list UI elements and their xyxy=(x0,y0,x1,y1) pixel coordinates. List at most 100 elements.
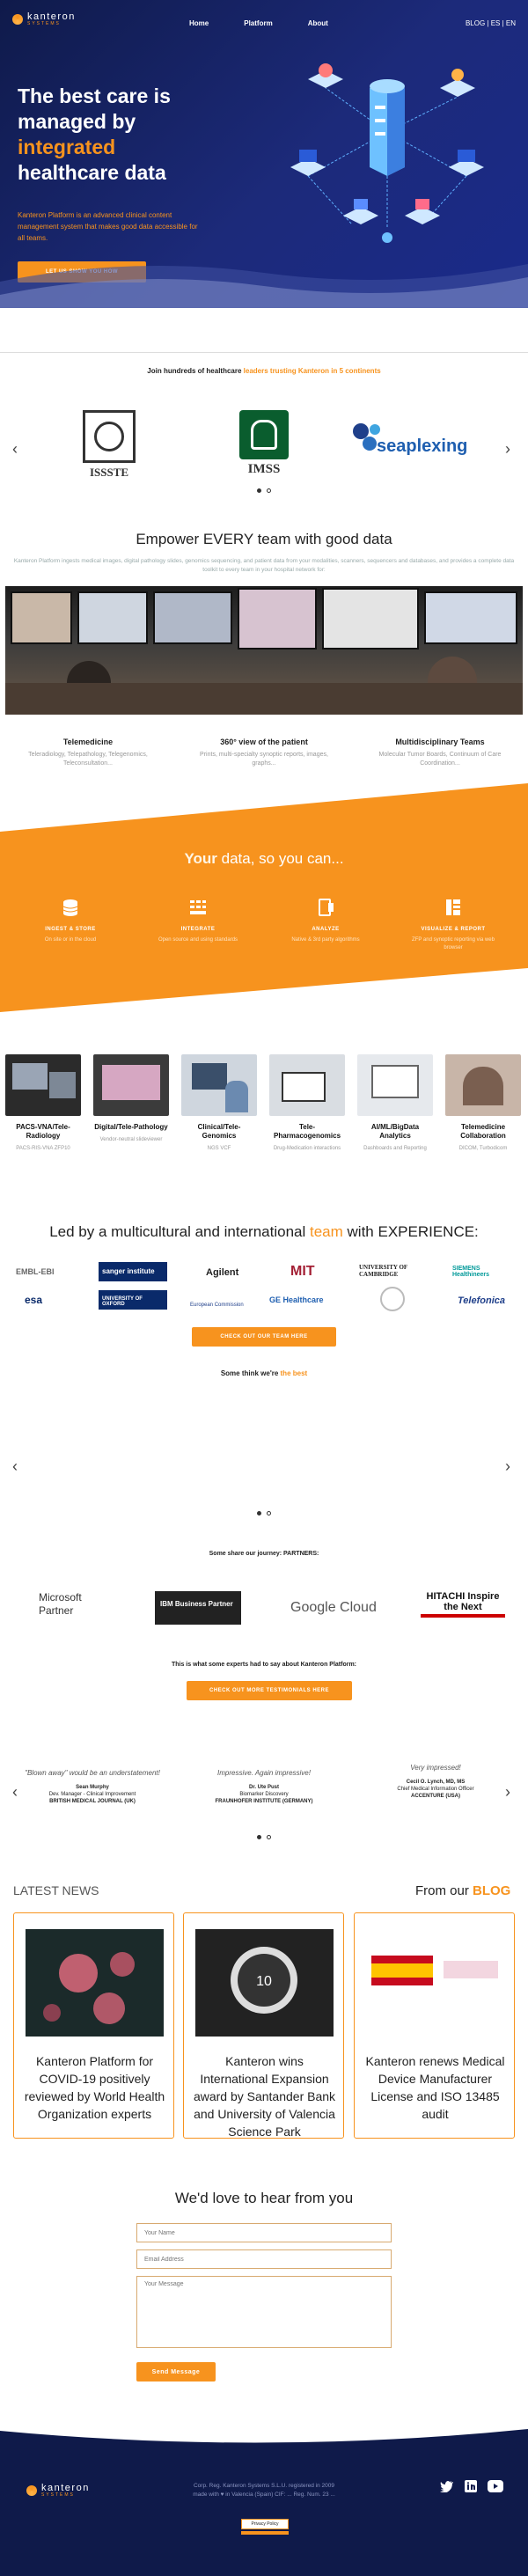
footer-brand-logo[interactable]: kanteron SYSTEMS xyxy=(26,2484,90,2498)
email-field[interactable] xyxy=(136,2249,392,2269)
photo-screen xyxy=(11,591,72,644)
module-collaboration[interactable]: Telemedicine Collaboration DICOM, Turbodi… xyxy=(445,1054,521,1152)
logo-imss: IMSS xyxy=(236,410,292,481)
capability-desc: Open source and using standards xyxy=(158,937,238,943)
testimonial-author: Dr. Ute Pust Biomarker Discovery FRAUNHOFE… xyxy=(194,1784,334,1805)
news-card-license[interactable]: Kanteron renews Medical Device Manufactu… xyxy=(354,1912,515,2139)
footer-brand-tagline: SYSTEMS xyxy=(41,2492,75,2498)
pagination-dot[interactable] xyxy=(257,488,261,493)
nav-home[interactable]: Home xyxy=(189,19,209,27)
logo-microsoft-partner: Microsoft Partner xyxy=(39,1591,82,1617)
module-title: Telemedicine Collaboration xyxy=(460,1123,506,1140)
brand-logo[interactable]: kanteron SYSTEMS xyxy=(12,12,76,26)
message-field[interactable] xyxy=(136,2276,392,2348)
language-switch[interactable]: BLOG | ES | EN xyxy=(466,19,516,27)
module-title: Tele-Pharmacogenomics xyxy=(273,1123,341,1140)
pagination-dot[interactable] xyxy=(267,488,271,493)
nav-about[interactable]: About xyxy=(308,19,328,27)
news-image: 10 xyxy=(195,1929,334,2037)
capability-title: INTEGRATE xyxy=(180,927,216,932)
capability-desc: Native & 3rd party algorithms xyxy=(291,937,360,943)
testimonials-cta-button[interactable]: CHECK OUT MORE TESTIMONIALS HERE xyxy=(187,1681,352,1700)
logo-european-commission: European Commission xyxy=(190,1303,244,1308)
news-card-covid[interactable]: Kanteron Platform for COVID-19 positivel… xyxy=(13,1912,174,2139)
feature-multidisciplinary: Multidisciplinary Teams Molecular Tumor B… xyxy=(370,738,510,768)
photo-desk xyxy=(5,683,523,715)
pagination-dot[interactable] xyxy=(257,1835,261,1839)
yourdata-title-highlight: Your xyxy=(184,850,217,867)
module-genomics[interactable]: Clinical/Tele-Genomics NGS VCF xyxy=(181,1054,257,1152)
nav-platform[interactable]: Platform xyxy=(244,19,272,27)
pagination-dot[interactable] xyxy=(267,1835,271,1839)
news-image xyxy=(366,1929,504,2037)
trust-text-a: Join hundreds of healthcare xyxy=(147,367,244,375)
testimonials-prev-arrow[interactable]: ‹ xyxy=(12,1783,18,1802)
spain-ministry-logo xyxy=(371,1956,433,1985)
privacy-policy-link[interactable]: Privacy Policy xyxy=(241,2519,289,2529)
module-image-person xyxy=(225,1081,248,1112)
author-role: Dev. Manager - Clinical Improvement xyxy=(48,1792,136,1797)
linkedin-icon[interactable] xyxy=(465,2480,477,2492)
author-name: Dr. Ute Pust xyxy=(248,1785,279,1790)
awards-pagination xyxy=(0,1511,528,1516)
youtube-icon[interactable] xyxy=(488,2480,503,2492)
yourdata-title: Your data, so you can... xyxy=(0,850,528,868)
feature-360-view: 360° view of the patient Prints, multi-sp… xyxy=(194,738,334,768)
testimonial-author: Cecil O. Lynch, MD, MS Chief Medical Info… xyxy=(365,1779,506,1800)
device-icon xyxy=(319,899,334,916)
data-network-illustration xyxy=(290,63,484,243)
imss-label: IMSS xyxy=(247,462,281,476)
logo-oxford: UNIVERSITY OF OXFORD xyxy=(99,1290,167,1310)
pagination-dot[interactable] xyxy=(267,1511,271,1516)
module-image-screen xyxy=(192,1063,227,1090)
feature-telemedicine: Telemedicine Teleradiology, Telepathology… xyxy=(18,738,158,768)
testimonials-cta-label: CHECK OUT MORE TESTIMONIALS HERE xyxy=(209,1688,329,1693)
news-card-award[interactable]: 10 Kanteron wins International Expansion… xyxy=(183,1912,344,2139)
logos-prev-arrow[interactable]: ‹ xyxy=(12,440,18,459)
hero-subtitle: Kanteron Platform is an advanced clinica… xyxy=(18,211,198,242)
author-role: Chief Medical Information Officer xyxy=(397,1787,474,1792)
logo-ibm-partner: IBM Business Partner xyxy=(155,1591,241,1625)
team-cta-button[interactable]: CHECK OUT OUR TEAM HERE xyxy=(192,1327,336,1347)
awards-prev-arrow[interactable]: ‹ xyxy=(12,1457,18,1476)
footer-legal: Corp. Reg. Kanteron Systems S.L.U. regis… xyxy=(158,2482,370,2499)
award-trophy-image: 10 xyxy=(231,1947,297,2014)
svg-text:10: 10 xyxy=(256,1974,272,1989)
send-message-button[interactable]: Send Message xyxy=(136,2362,216,2382)
capability-analyze: ANALYZE Native & 3rd party algorithms xyxy=(277,898,374,944)
capability-desc: ZFP and synoptic reporting via web brows… xyxy=(412,937,495,950)
module-pharmacogenomics[interactable]: Tele-Pharmacogenomics Drug-Medication int… xyxy=(269,1054,345,1152)
awards-next-arrow[interactable]: › xyxy=(505,1457,510,1476)
report-icon xyxy=(446,899,460,915)
hero-wave-decoration xyxy=(0,264,528,308)
pagination-dot[interactable] xyxy=(257,1511,261,1516)
logo-embl-ebi: EMBL-EBI xyxy=(16,1267,55,1276)
logo-issste: ISSSTE xyxy=(81,410,137,481)
twitter-icon[interactable] xyxy=(440,2480,454,2492)
spain-flag-stripe xyxy=(371,1963,433,1978)
trust-text: Join hundreds of healthcare leaders trus… xyxy=(0,367,528,375)
module-analytics[interactable]: AI/ML/BigData Analytics Dashboards and Re… xyxy=(357,1054,433,1152)
capability-title: INGEST & STORE xyxy=(45,927,96,932)
author-org: FRAUNHOFER INSTITUTE (GERMANY) xyxy=(215,1799,313,1804)
imss-emblem-icon xyxy=(239,410,289,459)
capability-ingest: INGEST & STORE On site or in the cloud xyxy=(22,898,119,944)
footer-line-1: Corp. Reg. Kanteron Systems S.L.U. regis… xyxy=(193,2483,335,2489)
module-image xyxy=(93,1054,169,1116)
imss-emblem-shape xyxy=(251,420,277,450)
module-desc: NGS VCF xyxy=(207,1146,231,1151)
logo-seaplexing: seaplexing xyxy=(350,421,491,473)
team-cta-label: CHECK OUT OUR TEAM HERE xyxy=(220,1334,308,1339)
module-desc: PACS-RIS-VNA ZFP10 xyxy=(16,1146,70,1151)
logo-agilent: Agilent xyxy=(206,1267,239,1278)
module-pathology[interactable]: Digital/Tele-Pathology Vendor-neutral sli… xyxy=(93,1054,169,1143)
name-field[interactable] xyxy=(136,2223,392,2242)
logos-next-arrow[interactable]: › xyxy=(505,440,510,459)
footer-wave-decoration xyxy=(0,2420,528,2443)
testimonial-quote: Impressive. Again impressive! xyxy=(217,1769,311,1777)
module-pacs[interactable]: PACS-VNA/Tele-Radiology PACS-RIS-VNA ZFP1… xyxy=(5,1054,81,1152)
testimonial-2: Impressive. Again impressive! Dr. Ute Pu… xyxy=(194,1769,334,1805)
module-image-person xyxy=(463,1067,503,1105)
testimonial-quote: "Blown away" would be an understatement! xyxy=(25,1769,160,1777)
privacy-underline xyxy=(241,2531,289,2535)
